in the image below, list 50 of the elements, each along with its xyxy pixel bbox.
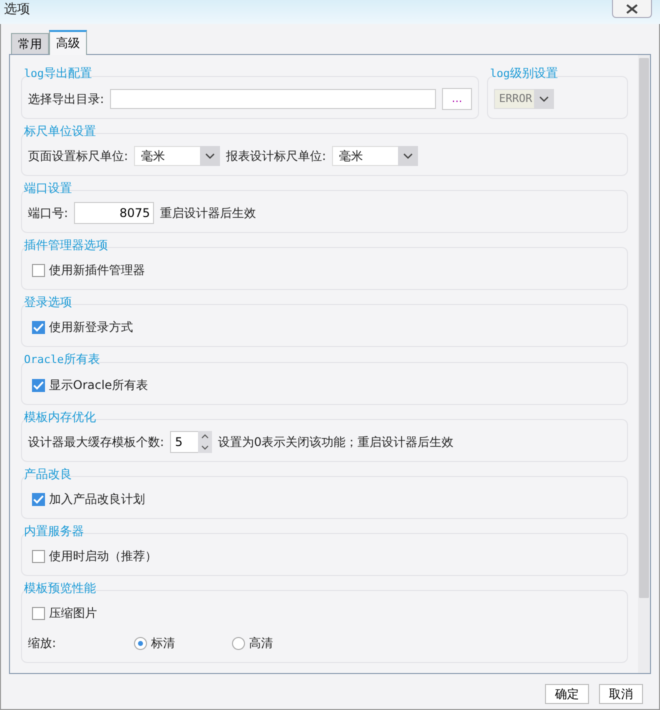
field-label: 重启设计器后生效 (160, 205, 256, 222)
checkbox[interactable]: 使用新插件管理器 (28, 261, 145, 279)
checkbox[interactable]: 压缩图片 (28, 604, 97, 622)
checkbox[interactable]: 显示Oracle所有表 (28, 376, 148, 394)
dialog-button[interactable]: 确定 (545, 684, 589, 704)
section-title: log导出配置 (23, 65, 93, 82)
scrollbar[interactable] (638, 55, 650, 673)
section-title: 标尺单位设置 (23, 123, 97, 139)
window-title: 选项 (3, 1, 30, 19)
radio-button[interactable]: 高清 (232, 634, 324, 652)
tab[interactable]: 高级 (49, 30, 87, 55)
chevron-down-icon (539, 96, 549, 102)
chevron-down-icon (205, 153, 216, 159)
close-icon (626, 4, 638, 14)
dropdown[interactable]: 毫米 (134, 146, 220, 166)
number-field[interactable]: 5 (170, 431, 198, 453)
section-title: 内置服务器 (23, 523, 85, 539)
checkmark-icon (33, 494, 44, 504)
section-title: log级别设置 (489, 65, 559, 82)
field-label: 报表设计标尺单位: (226, 148, 326, 165)
checkbox[interactable]: 使用时启动（推荐） (28, 547, 157, 565)
scrollbar-thumb[interactable] (639, 58, 649, 598)
radio-button[interactable]: 标清 (134, 634, 226, 652)
checkmark-icon (33, 322, 44, 332)
section-title: 模板内存优化 (23, 409, 97, 425)
chevron-up-icon[interactable] (201, 434, 210, 439)
section-title: 插件管理器选项 (23, 237, 109, 253)
section-title: Oracle所有表 (23, 351, 101, 368)
dialog-button[interactable]: 取消 (599, 684, 643, 704)
tab[interactable]: 常用 (11, 33, 49, 54)
dropdown[interactable]: 毫米 (332, 146, 418, 166)
checkmark-icon (33, 380, 44, 390)
port-field[interactable]: 8075 (74, 202, 154, 224)
path-field[interactable] (110, 89, 436, 109)
close-button[interactable] (612, 0, 652, 18)
field-label: 缩放: (28, 635, 58, 652)
field-label: 页面设置标尺单位: (28, 148, 128, 165)
section-title: 产品改良 (23, 466, 73, 482)
checkbox[interactable]: 使用新登录方式 (28, 318, 133, 336)
field-label: 端口号: (28, 205, 68, 222)
checkbox[interactable]: 加入产品改良计划 (28, 490, 145, 508)
field-label: 选择导出目录: (28, 91, 104, 108)
section-title: 登录选项 (23, 294, 73, 310)
chevron-down-icon (403, 153, 414, 159)
chevron-down-icon[interactable] (201, 445, 210, 450)
field-label: 设计器最大缓存模板个数: (28, 434, 164, 451)
section-title: 模板预览性能 (23, 580, 97, 596)
field-label: 设置为0表示关闭该功能；重启设计器后生效 (218, 434, 454, 451)
browse-button[interactable]: ... (442, 88, 472, 110)
section-title: 端口设置 (23, 180, 73, 196)
